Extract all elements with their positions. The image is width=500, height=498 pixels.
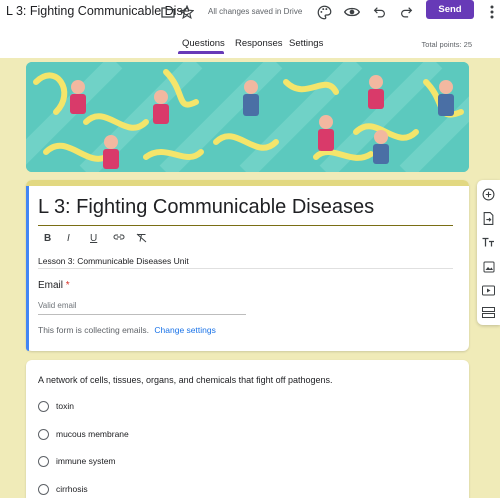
option-label: toxin xyxy=(56,401,74,411)
option-immune-system[interactable]: immune system xyxy=(38,454,116,468)
link-icon[interactable] xyxy=(113,233,136,247)
underline-button[interactable]: U xyxy=(90,233,113,247)
option-label: immune system xyxy=(56,456,116,466)
option-toxin[interactable]: toxin xyxy=(38,399,74,413)
option-mucous-membrane[interactable]: mucous membrane xyxy=(38,427,129,441)
question-text: A network of cells, tissues, organs, and… xyxy=(38,375,333,385)
form-description[interactable]: Lesson 3: Communicable Diseases Unit xyxy=(38,256,189,266)
question-card[interactable]: A network of cells, tissues, organs, and… xyxy=(26,360,469,498)
description-underline xyxy=(38,268,453,269)
radio-button[interactable] xyxy=(38,455,49,467)
form-title-card: L 3: Fighting Communicable Diseases B I … xyxy=(26,180,469,351)
email-label: Email * xyxy=(38,280,70,291)
change-settings-link[interactable]: Change settings xyxy=(154,325,215,335)
title-card-accent-strip xyxy=(26,180,469,186)
preview-eye-icon[interactable] xyxy=(342,2,362,22)
star-icon[interactable] xyxy=(177,2,197,22)
tab-responses[interactable]: Responses xyxy=(235,38,283,49)
form-title[interactable]: L 3: Fighting Communicable Diseases xyxy=(38,196,374,219)
radio-button[interactable] xyxy=(38,483,49,495)
option-label: cirrhosis xyxy=(56,484,88,494)
email-field[interactable]: Valid email xyxy=(38,301,246,310)
radio-button[interactable] xyxy=(38,428,49,440)
total-points: Total points: 25 xyxy=(421,40,472,49)
clear-format-icon[interactable] xyxy=(136,233,159,247)
collecting-emails-text: This form is collecting emails. xyxy=(38,325,150,335)
folder-icon[interactable] xyxy=(158,2,178,22)
option-label: mucous membrane xyxy=(56,429,129,439)
active-tab-indicator xyxy=(178,51,224,54)
title-underline xyxy=(38,225,453,226)
floating-toolbar xyxy=(477,180,500,325)
option-cirrhosis[interactable]: cirrhosis xyxy=(38,482,88,496)
selected-card-indicator xyxy=(26,186,29,351)
header-banner-image xyxy=(26,62,469,172)
undo-icon[interactable] xyxy=(369,2,389,22)
palette-icon[interactable] xyxy=(314,2,334,22)
add-video-icon[interactable] xyxy=(482,284,495,297)
import-questions-icon[interactable] xyxy=(482,212,495,225)
radio-button[interactable] xyxy=(38,400,49,412)
email-field-underline xyxy=(38,314,246,315)
format-toolbar: B I U xyxy=(44,233,159,247)
send-button[interactable]: Send xyxy=(426,0,474,19)
italic-button[interactable]: I xyxy=(67,233,90,247)
required-asterisk: * xyxy=(65,280,70,291)
bold-button[interactable]: B xyxy=(44,233,67,247)
save-status: All changes saved in Drive xyxy=(208,7,303,16)
collecting-emails-notice: This form is collecting emails. Change s… xyxy=(38,325,216,335)
tab-questions[interactable]: Questions xyxy=(182,38,225,49)
add-title-icon[interactable] xyxy=(482,236,495,249)
top-bar: L 3: Fighting Communicable Dise All chan… xyxy=(0,0,500,58)
email-label-text: Email xyxy=(38,280,64,291)
add-question-icon[interactable] xyxy=(482,188,495,201)
add-section-icon[interactable] xyxy=(482,306,495,319)
more-vert-icon[interactable] xyxy=(482,2,500,22)
add-image-icon[interactable] xyxy=(482,260,495,273)
tab-settings[interactable]: Settings xyxy=(289,38,323,49)
redo-icon[interactable] xyxy=(396,2,416,22)
